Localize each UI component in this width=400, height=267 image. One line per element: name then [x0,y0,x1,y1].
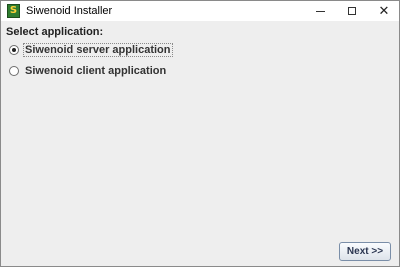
server-application-radio[interactable]: Siwenoid server application [9,43,173,57]
maximize-button[interactable] [335,1,369,21]
title-bar[interactable]: S Siwenoid Installer ✕ [1,1,399,21]
close-icon: ✕ [378,3,390,19]
minimize-button[interactable] [303,1,337,21]
radio-unselected-icon[interactable] [9,66,19,76]
client-application-label[interactable]: Siwenoid client application [23,65,168,77]
minimize-icon [315,10,325,12]
content-panel: Select application: Siwenoid server appl… [1,22,399,266]
installer-window: S Siwenoid Installer ✕ Select applicatio… [0,0,400,267]
maximize-icon [348,7,356,15]
radio-selected-icon[interactable] [9,45,19,55]
window-title: Siwenoid Installer [26,5,113,17]
select-application-heading: Select application: [6,26,104,38]
siwenoid-app-icon: S [7,4,20,18]
next-button[interactable]: Next >> [339,242,391,261]
close-button[interactable]: ✕ [367,1,400,21]
client-application-radio[interactable]: Siwenoid client application [9,65,168,77]
server-application-label[interactable]: Siwenoid server application [23,43,173,57]
